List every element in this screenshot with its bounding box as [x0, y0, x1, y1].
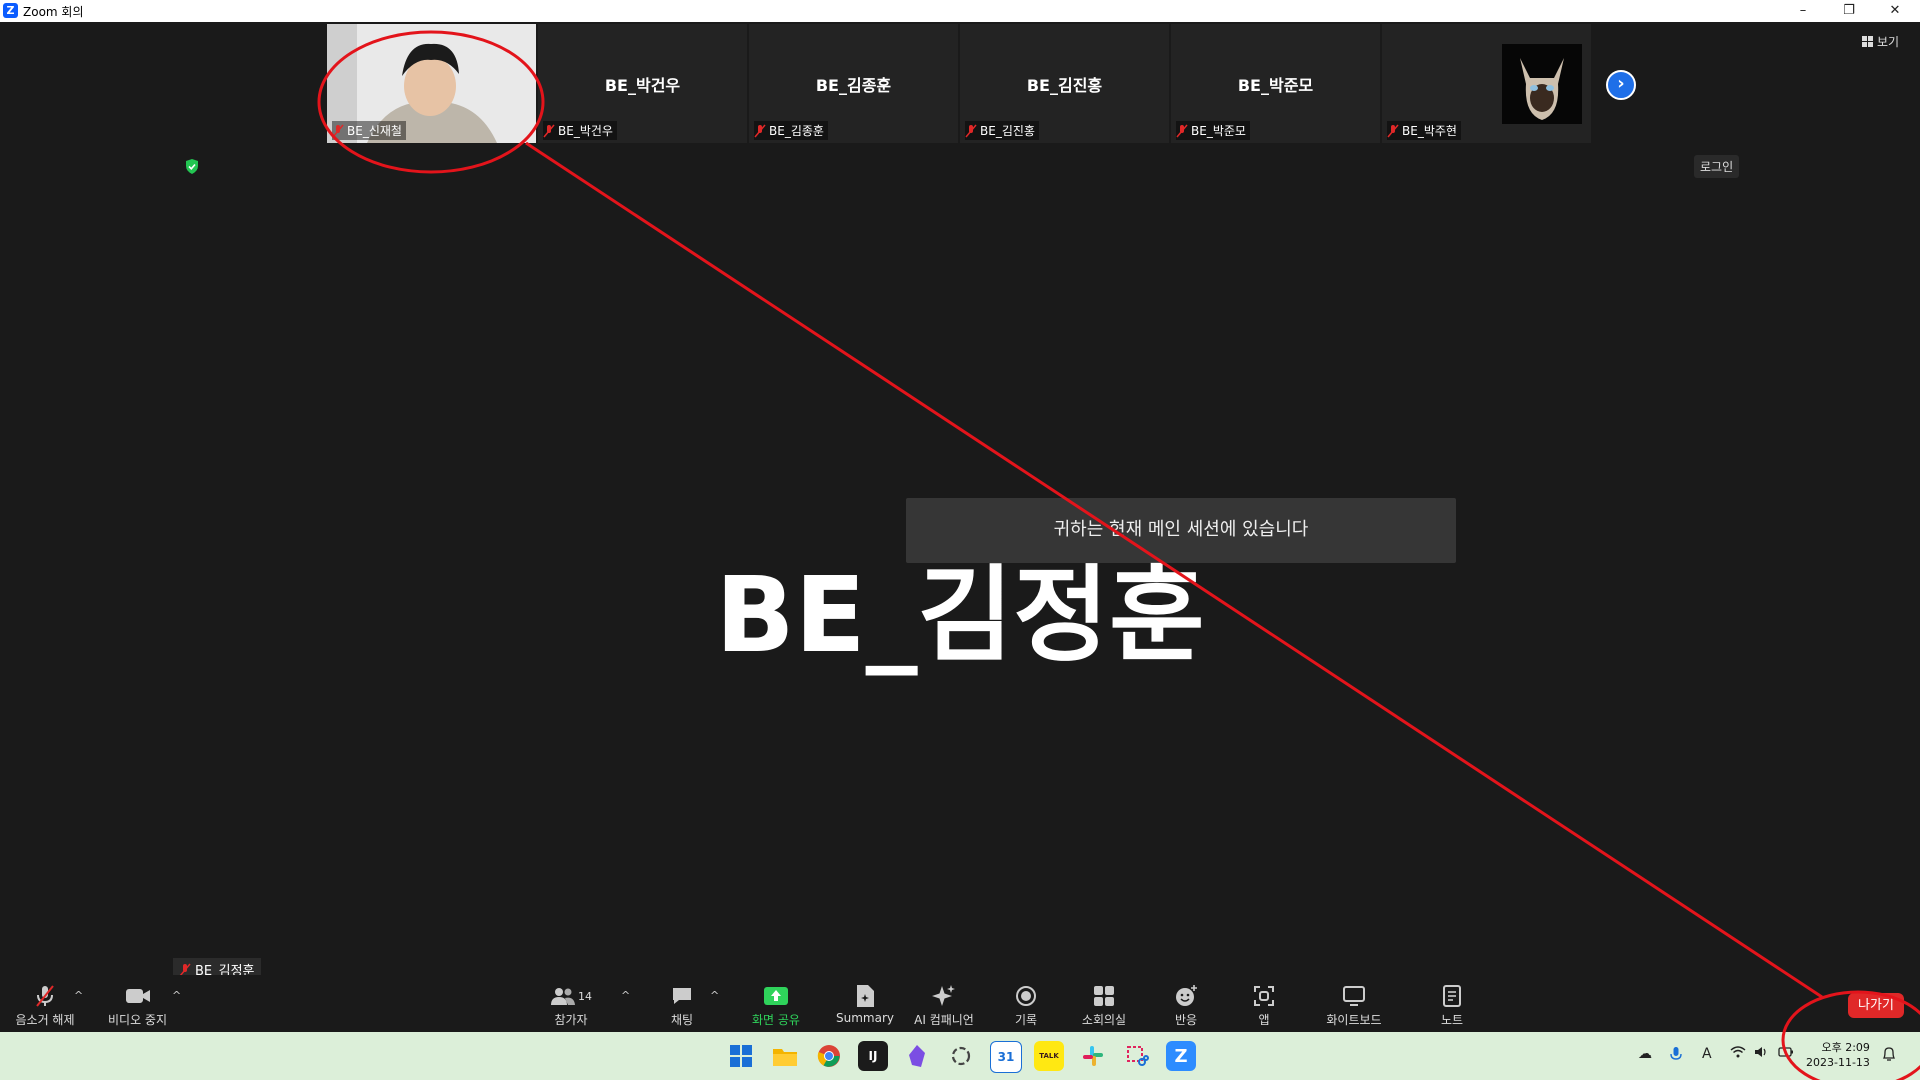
video-options-caret[interactable]: ^ [172, 989, 181, 1002]
obsidian-icon[interactable] [902, 1041, 932, 1071]
windows-taskbar: IJ 31 TALK Z ☁ A 오후 2:09 2023-11-13 [0, 1032, 1920, 1080]
participant-name: BE_김진홍 [1026, 76, 1103, 95]
participants-options-caret[interactable]: ^ [621, 989, 630, 1002]
ime-indicator[interactable]: A [1702, 1046, 1712, 1062]
chat-bubble-icon [673, 988, 691, 1004]
minimize-button[interactable]: – [1780, 0, 1826, 22]
sparkle-icon [932, 985, 955, 1006]
view-label: 보기 [1877, 35, 1900, 49]
video-camera-icon [125, 989, 150, 1003]
whiteboard-icon [1343, 986, 1365, 1006]
snipping-tool-icon[interactable] [1122, 1041, 1152, 1071]
record-icon [1016, 986, 1036, 1006]
kakaotalk-icon[interactable]: TALK [1034, 1041, 1064, 1071]
mic-muted-icon [965, 124, 977, 137]
cat-avatar [1502, 44, 1582, 124]
breakout-rooms-button[interactable]: 소회의실 [1076, 983, 1132, 1028]
stop-video-button[interactable]: 비디오 중지 [100, 983, 175, 1028]
zoom-taskbar-icon[interactable]: Z [1166, 1041, 1196, 1071]
notes-button[interactable]: 노트 [1430, 983, 1474, 1028]
next-page-button[interactable]: › [1606, 70, 1636, 100]
participant-label: BE_신재철 [332, 121, 406, 140]
breakout-grid-icon [1094, 986, 1114, 1006]
slack-icon[interactable] [1078, 1041, 1108, 1071]
microphone-tray-icon[interactable] [1670, 1046, 1682, 1066]
whiteboard-button[interactable]: 화이트보드 [1318, 983, 1390, 1028]
audio-options-caret[interactable]: ^ [74, 989, 83, 1002]
chatgpt-icon[interactable] [946, 1041, 976, 1071]
clock-date: 2023-11-13 [1806, 1056, 1870, 1069]
participants-count: 14 [578, 989, 592, 1003]
file-explorer-icon[interactable] [770, 1041, 800, 1071]
view-button[interactable]: 보기 [1862, 33, 1899, 50]
mic-muted-icon [1176, 124, 1188, 137]
participant-label: BE_김진홍 [965, 121, 1039, 140]
summary-button[interactable]: Summary [832, 983, 898, 1025]
mic-muted-icon [1387, 124, 1399, 137]
wifi-icon[interactable] [1730, 1046, 1746, 1062]
participant-tile[interactable]: BE_신재철 [327, 24, 536, 143]
apps-button[interactable]: 앱 [1244, 983, 1284, 1028]
mic-muted-icon [543, 124, 555, 137]
chrome-icon[interactable] [814, 1041, 844, 1071]
record-button[interactable]: 기록 [1004, 983, 1048, 1028]
calendar-icon[interactable]: 31 [990, 1041, 1022, 1073]
windows-start-icon[interactable] [726, 1041, 756, 1071]
window-titlebar: Z Zoom 회의 – ❐ ✕ [0, 0, 1920, 22]
chat-button[interactable]: 채팅 [660, 983, 704, 1028]
emoji-plus-icon [1176, 985, 1197, 1006]
participant-tile[interactable]: BE_김진홍 BE_김진홍 [960, 24, 1169, 143]
chat-options-caret[interactable]: ^ [710, 989, 719, 1002]
meeting-toolbar: 음소거 해제 ^ 비디오 중지 ^ 14 참가자 ^ 채팅 ^ 화면 공유 Su… [0, 975, 1920, 1032]
leave-meeting-button[interactable]: 나가기 [1848, 993, 1904, 1018]
intellij-icon[interactable]: IJ [858, 1041, 888, 1071]
participant-tile[interactable]: BE_박건우 BE_박건우 [538, 24, 747, 143]
window-title: Zoom 회의 [23, 5, 84, 19]
participant-tile[interactable]: BE_김종훈 BE_김종훈 [749, 24, 958, 143]
participant-name: BE_박준모 [1237, 76, 1314, 95]
participant-label: BE_김종훈 [754, 121, 828, 140]
notification-bell-icon[interactable] [1882, 1046, 1896, 1066]
system-clock[interactable]: 오후 2:09 2023-11-13 [1806, 1040, 1870, 1070]
participant-name: BE_박건우 [604, 76, 681, 95]
share-screen-icon [764, 987, 788, 1005]
session-toast: 귀하는 현재 메인 세션에 있습니다 [906, 498, 1456, 563]
share-screen-button[interactable]: 화면 공유 [744, 983, 808, 1028]
participant-tile[interactable]: BE_박주현 [1382, 24, 1591, 143]
participant-tile[interactable]: BE_박준모 BE_박준모 [1171, 24, 1380, 143]
volume-icon[interactable] [1754, 1046, 1768, 1062]
clock-time: 오후 2:09 [1821, 1041, 1870, 1054]
participants-icon [551, 988, 575, 1005]
login-button[interactable]: 로그인 [1694, 155, 1740, 178]
participant-label: BE_박준모 [1176, 121, 1250, 140]
mic-off-icon [36, 985, 54, 1007]
participant-name: BE_김종훈 [815, 76, 892, 95]
ai-companion-button[interactable]: AI 컴패니언 [906, 983, 982, 1028]
security-shield-icon[interactable] [184, 158, 200, 179]
maximize-button[interactable]: ❐ [1826, 0, 1872, 22]
participants-button[interactable]: 14 참가자 [548, 983, 594, 1028]
mic-muted-icon [332, 124, 344, 137]
reactions-button[interactable]: 반응 [1164, 983, 1208, 1028]
mic-muted-icon [754, 124, 766, 137]
participant-label: BE_박주현 [1387, 121, 1461, 140]
grid-icon [1862, 36, 1873, 47]
notes-icon [1443, 985, 1461, 1007]
zoom-logo-icon: Z [3, 3, 18, 18]
apps-icon [1254, 986, 1274, 1006]
participant-label: BE_박건우 [543, 121, 617, 140]
onedrive-offline-icon[interactable]: ☁ [1638, 1046, 1652, 1062]
summary-document-icon [857, 985, 874, 1007]
unmute-button[interactable]: 음소거 해제 [10, 983, 80, 1028]
battery-icon[interactable] [1778, 1046, 1794, 1062]
close-button[interactable]: ✕ [1872, 0, 1918, 22]
